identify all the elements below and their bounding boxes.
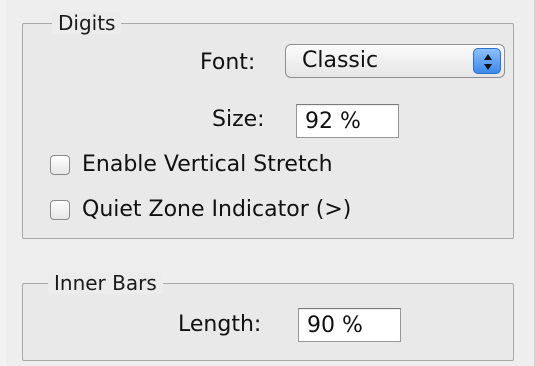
size-label: Size: — [212, 107, 265, 132]
length-field-value: 90 % — [307, 313, 363, 338]
length-field[interactable]: 90 % — [298, 308, 401, 342]
vertical-stretch-checkbox[interactable] — [50, 155, 70, 175]
digits-group-title: Digits — [52, 12, 122, 34]
settings-panel: Digits Font: Classic Size: 92 % Enable V… — [0, 0, 536, 366]
font-label: Font: — [200, 50, 256, 75]
select-stepper-icon[interactable] — [473, 48, 501, 74]
size-field-value: 92 % — [305, 109, 361, 134]
vertical-stretch-label[interactable]: Enable Vertical Stretch — [82, 150, 333, 180]
font-select[interactable]: Classic — [285, 44, 505, 78]
length-label: Length: — [178, 312, 262, 337]
size-field[interactable]: 92 % — [296, 104, 399, 138]
panel-left-edge — [0, 0, 6, 366]
font-select-value: Classic — [302, 48, 379, 73]
inner-bars-group-title: Inner Bars — [48, 272, 163, 294]
quiet-zone-checkbox[interactable] — [50, 200, 70, 220]
quiet-zone-label[interactable]: Quiet Zone Indicator (>) — [82, 195, 351, 225]
